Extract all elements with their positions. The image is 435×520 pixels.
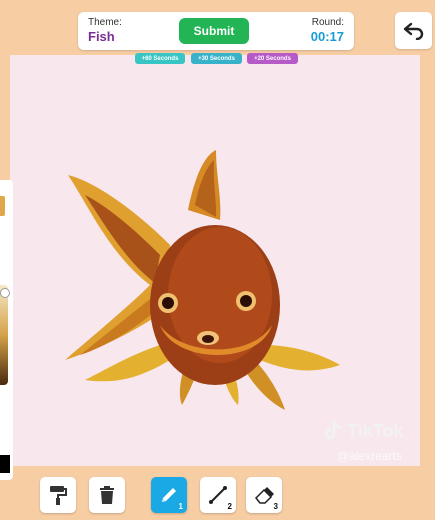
bonus-20-seconds[interactable]: +20 Seconds	[247, 53, 298, 64]
bonus-30-seconds[interactable]: +30 Seconds	[191, 53, 242, 64]
goldfish-drawing	[65, 150, 340, 410]
pencil-tool-button[interactable]: 1	[151, 477, 187, 513]
trash-icon	[100, 486, 114, 504]
tiktok-logo-icon	[324, 420, 342, 440]
line-tool-button[interactable]: 2	[200, 477, 236, 513]
bonus-60-seconds[interactable]: +60 Seconds	[135, 53, 185, 64]
brightness-slider[interactable]	[0, 285, 8, 385]
eraser-tool-button[interactable]: 3	[246, 477, 282, 513]
tool-number: 1	[178, 502, 183, 511]
submit-button[interactable]: Submit	[179, 18, 249, 44]
pencil-icon	[162, 488, 176, 502]
slider-handle[interactable]	[0, 288, 10, 298]
black-color-swatch[interactable]	[0, 455, 10, 473]
line-tool-icon	[209, 486, 227, 504]
tool-number: 2	[227, 502, 232, 511]
round-label: Round:	[311, 17, 344, 28]
paint-roller-button[interactable]	[40, 477, 76, 513]
theme-value: Fish	[88, 29, 115, 44]
tool-number: 3	[273, 502, 278, 511]
tiktok-handle: @alexrearts	[337, 449, 402, 463]
selected-color-swatch[interactable]	[0, 196, 5, 216]
undo-icon	[403, 22, 423, 40]
drawing-canvas[interactable]: TikTok @alexrearts	[10, 55, 420, 466]
game-header: Theme: Fish Submit Round: 00:17	[78, 12, 354, 50]
tiktok-brand: TikTok	[347, 420, 404, 441]
round-timer: 00:17	[310, 29, 344, 44]
clear-canvas-button[interactable]	[89, 477, 125, 513]
eraser-icon	[254, 487, 274, 504]
undo-button[interactable]	[395, 12, 432, 49]
tiktok-watermark: TikTok	[323, 420, 403, 442]
theme-label: Theme:	[88, 17, 122, 28]
paint-roller-icon	[50, 486, 67, 505]
